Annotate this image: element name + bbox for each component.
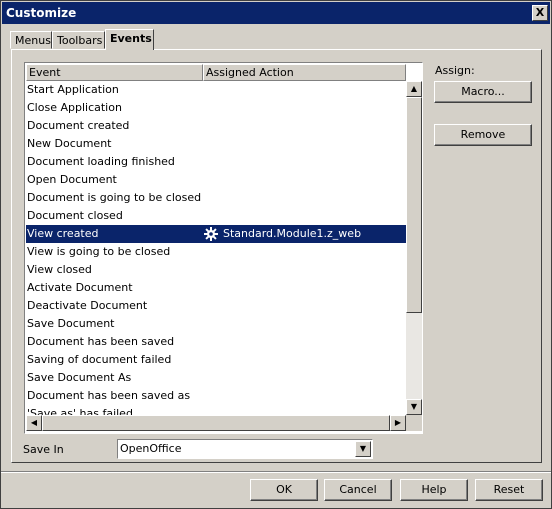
assigned-action: Standard.Module1.z_web [204,225,361,243]
event-name: Document created [27,119,130,132]
remove-button[interactable]: Remove [434,124,532,146]
list-item[interactable]: New Document [26,135,406,153]
save-in-label: Save In [23,443,64,456]
horizontal-scroll-thumb[interactable] [42,415,390,431]
reset-button[interactable]: Reset [475,479,543,501]
event-name: Saving of document failed [27,353,172,366]
tab-menus[interactable]: Menus [10,31,52,49]
list-item[interactable]: Save Document As [26,369,406,387]
scroll-down-icon[interactable]: ▼ [406,399,422,415]
chevron-down-icon[interactable]: ▼ [355,441,371,457]
event-name: View closed [27,263,92,276]
list-item[interactable]: View closed [26,261,406,279]
event-name: Save Document [27,317,115,330]
tab-events[interactable]: Events [105,29,154,50]
event-name: Document has been saved [27,335,175,348]
list-item[interactable]: Close Application [26,99,406,117]
list-item[interactable]: View created Standard.Module1.z_web [26,225,406,243]
list-item[interactable]: Document has been saved as [26,387,406,405]
tab-events-label: Events [110,32,152,45]
event-name: Document is going to be closed [27,191,202,204]
list-item[interactable]: Open Document [26,171,406,189]
events-rows: Start Application Close Application Docume… [26,81,406,415]
event-name: Deactivate Document [27,299,148,312]
ok-button[interactable]: OK [250,479,318,501]
save-in-select[interactable]: OpenOffice ▼ [117,439,373,459]
tab-menus-label: Menus [15,34,51,47]
vertical-scroll-thumb[interactable] [406,97,422,313]
scroll-right-icon[interactable]: ▶ [390,415,406,431]
list-item[interactable]: View is going to be closed [26,243,406,261]
assign-label: Assign: [435,64,475,77]
assigned-action-label: Standard.Module1.z_web [223,227,362,240]
list-item[interactable]: Saving of document failed [26,351,406,369]
event-name: Close Application [27,101,122,114]
event-name: New Document [27,137,112,150]
list-item[interactable]: Document created [26,117,406,135]
column-header-event[interactable]: Event [26,64,203,81]
scroll-left-icon[interactable]: ◀ [26,415,42,431]
customize-dialog: Customize X Menus Toolbars Events Event … [0,0,552,509]
event-name: Start Application [27,83,119,96]
list-item[interactable]: Deactivate Document [26,297,406,315]
vertical-scrollbar[interactable]: ▲ ▼ [406,81,422,415]
footer-divider [1,471,551,473]
tab-toolbars-label: Toolbars [57,34,103,47]
list-item[interactable]: Document closed [26,207,406,225]
list-item[interactable]: Document is going to be closed [26,189,406,207]
list-item[interactable]: Document loading finished [26,153,406,171]
event-name: 'Save as' has failed [27,407,133,415]
event-name: Document loading finished [27,155,175,168]
event-name: View created [27,227,99,240]
event-name: Document closed [27,209,123,222]
save-in-value: OpenOffice [120,442,182,455]
list-item[interactable]: Activate Document [26,279,406,297]
window-title: Customize [6,6,77,20]
list-item[interactable]: 'Save as' has failed [26,405,406,415]
scroll-corner [406,415,422,431]
help-button[interactable]: Help [400,479,468,501]
event-name: Save Document As [27,371,132,384]
column-header-assigned-action[interactable]: Assigned Action [203,64,406,81]
events-list[interactable]: Event Assigned Action Start Application C… [24,62,423,434]
gear-icon [204,227,218,241]
scroll-up-icon[interactable]: ▲ [406,81,422,97]
event-name: Activate Document [27,281,133,294]
list-item[interactable]: Save Document [26,315,406,333]
close-icon[interactable]: X [532,5,548,21]
event-name: Open Document [27,173,117,186]
list-item[interactable]: Document has been saved [26,333,406,351]
event-name: View is going to be closed [27,245,171,258]
cancel-button[interactable]: Cancel [324,479,392,501]
macro-button[interactable]: Macro... [434,81,532,103]
horizontal-scrollbar[interactable]: ◀ ▶ [26,415,406,431]
tab-toolbars[interactable]: Toolbars [52,31,105,49]
event-name: Document has been saved as [27,389,191,402]
title-bar: Customize X [2,2,550,24]
list-item[interactable]: Start Application [26,81,406,99]
